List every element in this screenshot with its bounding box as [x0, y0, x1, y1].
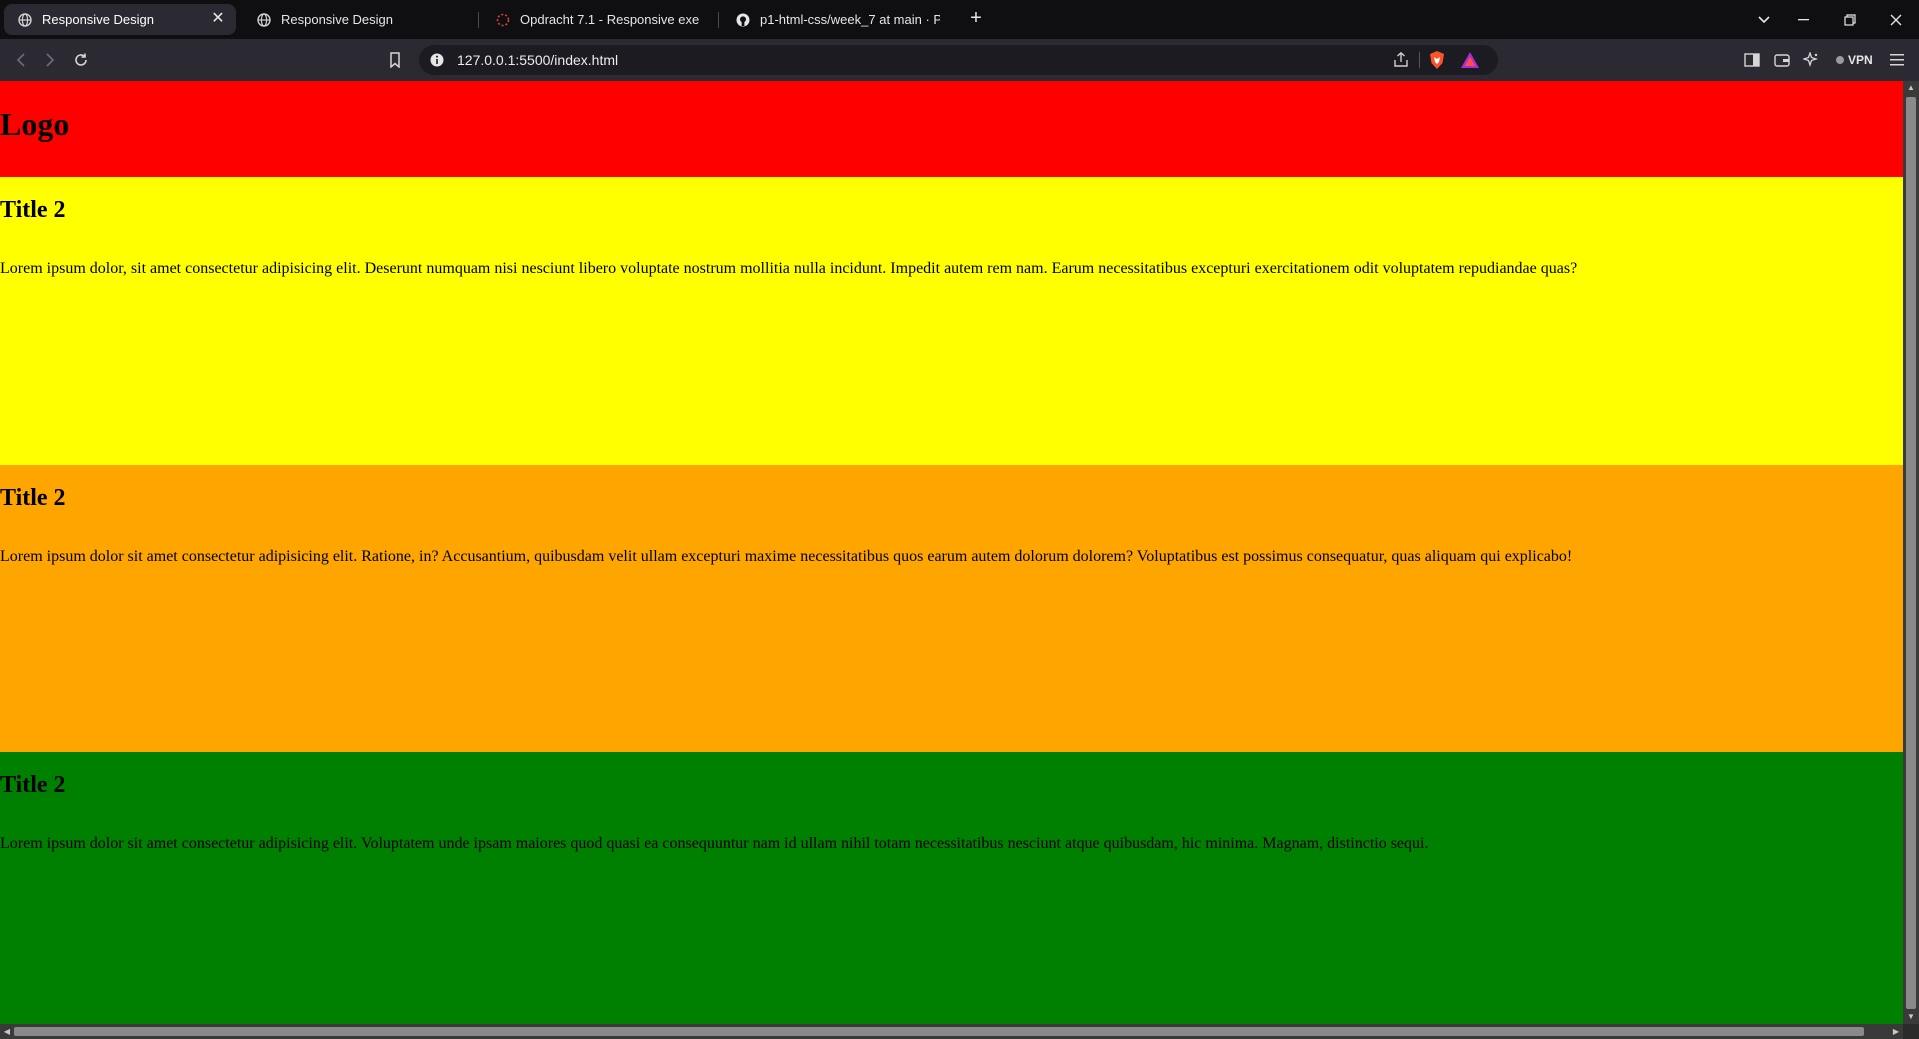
vpn-button[interactable]: VPN: [1830, 49, 1879, 71]
hamburger-menu-icon: [1890, 54, 1904, 66]
logo-heading: Logo: [0, 106, 70, 142]
content-section-green: Title 2 Lorem ipsum dolor sit amet conse…: [0, 752, 1903, 1024]
tab-divider: [478, 12, 479, 28]
sidebar-icon: [1744, 53, 1760, 67]
vpn-label: VPN: [1848, 53, 1873, 67]
section-title: Title 2: [0, 772, 66, 798]
restore-icon: [1844, 13, 1856, 26]
main-menu-button[interactable]: [1885, 48, 1909, 72]
close-window-button[interactable]: [1873, 0, 1919, 39]
wallet-button[interactable]: [1770, 48, 1794, 72]
forward-arrow-icon: [46, 53, 55, 67]
vertical-scrollbar-thumb[interactable]: [1906, 97, 1916, 1009]
site-info-icon[interactable]: [429, 52, 445, 68]
web-page: Logo Title 2 Lorem ipsum dolor, sit amet…: [0, 81, 1903, 1024]
tab-github[interactable]: p1-html-css/week_7 at main · Pascal: [722, 4, 954, 35]
scroll-left-arrow-icon[interactable]: ◀: [0, 1024, 14, 1039]
minimize-button[interactable]: [1781, 0, 1827, 39]
restore-button[interactable]: [1827, 0, 1873, 39]
vpn-status-icon: [1836, 56, 1844, 64]
page-viewport: Logo Title 2 Lorem ipsum dolor, sit amet…: [0, 81, 1919, 1039]
reload-button[interactable]: [69, 48, 93, 72]
tab-opdracht[interactable]: Opdracht 7.1 - Responsive exercise: [482, 4, 714, 35]
globe-icon: [257, 12, 271, 27]
bookmark-button[interactable]: [383, 48, 407, 72]
leo-ai-button[interactable]: [1799, 48, 1823, 72]
horizontal-scrollbar-thumb[interactable]: [14, 1027, 1864, 1036]
section-paragraph: Lorem ipsum dolor sit amet consectetur a…: [0, 548, 1573, 565]
address-bar-divider: [1419, 52, 1420, 68]
share-icon[interactable]: [1392, 51, 1410, 69]
tab-label: Opdracht 7.1 - Responsive exercise: [520, 12, 700, 27]
section-title: Title 2: [0, 197, 66, 223]
section-title: Title 2: [0, 485, 66, 511]
brave-rewards-icon[interactable]: [1460, 51, 1480, 69]
scroll-right-arrow-icon[interactable]: ▶: [1889, 1024, 1903, 1039]
reload-icon: [75, 53, 87, 66]
new-tab-button[interactable]: +: [965, 8, 987, 30]
tab-label: Responsive Design: [42, 12, 155, 27]
minimize-icon: [1798, 18, 1809, 20]
github-icon: [736, 13, 750, 27]
sidebar-toggle-button[interactable]: [1740, 48, 1764, 72]
tab-responsive-design-active[interactable]: Responsive Design ✕: [4, 4, 236, 35]
loading-spinner-icon: [496, 13, 510, 27]
scroll-up-arrow-icon[interactable]: ▲: [1903, 81, 1919, 95]
header-section: Logo: [0, 81, 1903, 177]
scroll-down-arrow-icon[interactable]: ▼: [1903, 1010, 1919, 1024]
tab-strip: Responsive Design ✕ Responsive Design Op…: [0, 0, 1919, 39]
url-text[interactable]: 127.0.0.1:5500/index.html: [457, 52, 618, 68]
forward-button[interactable]: [38, 48, 62, 72]
close-icon: [1890, 14, 1902, 25]
chevron-down-icon: [1758, 15, 1770, 23]
tab-responsive-design[interactable]: Responsive Design: [243, 4, 471, 35]
leo-ai-sparkle-icon: [1803, 52, 1819, 68]
tab-divider: [718, 12, 719, 28]
globe-icon: [18, 12, 32, 27]
scrollbar-corner: [1903, 1024, 1919, 1039]
section-paragraph: Lorem ipsum dolor, sit amet consectetur …: [0, 260, 1578, 277]
tab-label: p1-html-css/week_7 at main · Pascal: [760, 12, 940, 27]
content-section-orange: Title 2 Lorem ipsum dolor sit amet conse…: [0, 465, 1903, 752]
back-button[interactable]: [9, 48, 33, 72]
back-arrow-icon: [16, 53, 25, 67]
bookmark-icon: [390, 52, 400, 68]
brave-shields-icon[interactable]: [1428, 50, 1446, 70]
browser-toolbar: 127.0.0.1:5500/index.html VPN: [0, 39, 1919, 81]
vertical-scrollbar[interactable]: ▲ ▼: [1903, 81, 1919, 1024]
wallet-icon: [1774, 54, 1790, 67]
horizontal-scrollbar[interactable]: ◀ ▶: [0, 1024, 1903, 1039]
content-section-yellow: Title 2 Lorem ipsum dolor, sit amet cons…: [0, 177, 1903, 465]
close-tab-icon[interactable]: ✕: [210, 11, 226, 27]
section-paragraph: Lorem ipsum dolor sit amet consectetur a…: [0, 835, 1429, 852]
address-bar[interactable]: 127.0.0.1:5500/index.html: [419, 45, 1498, 75]
tab-label: Responsive Design: [281, 12, 394, 27]
